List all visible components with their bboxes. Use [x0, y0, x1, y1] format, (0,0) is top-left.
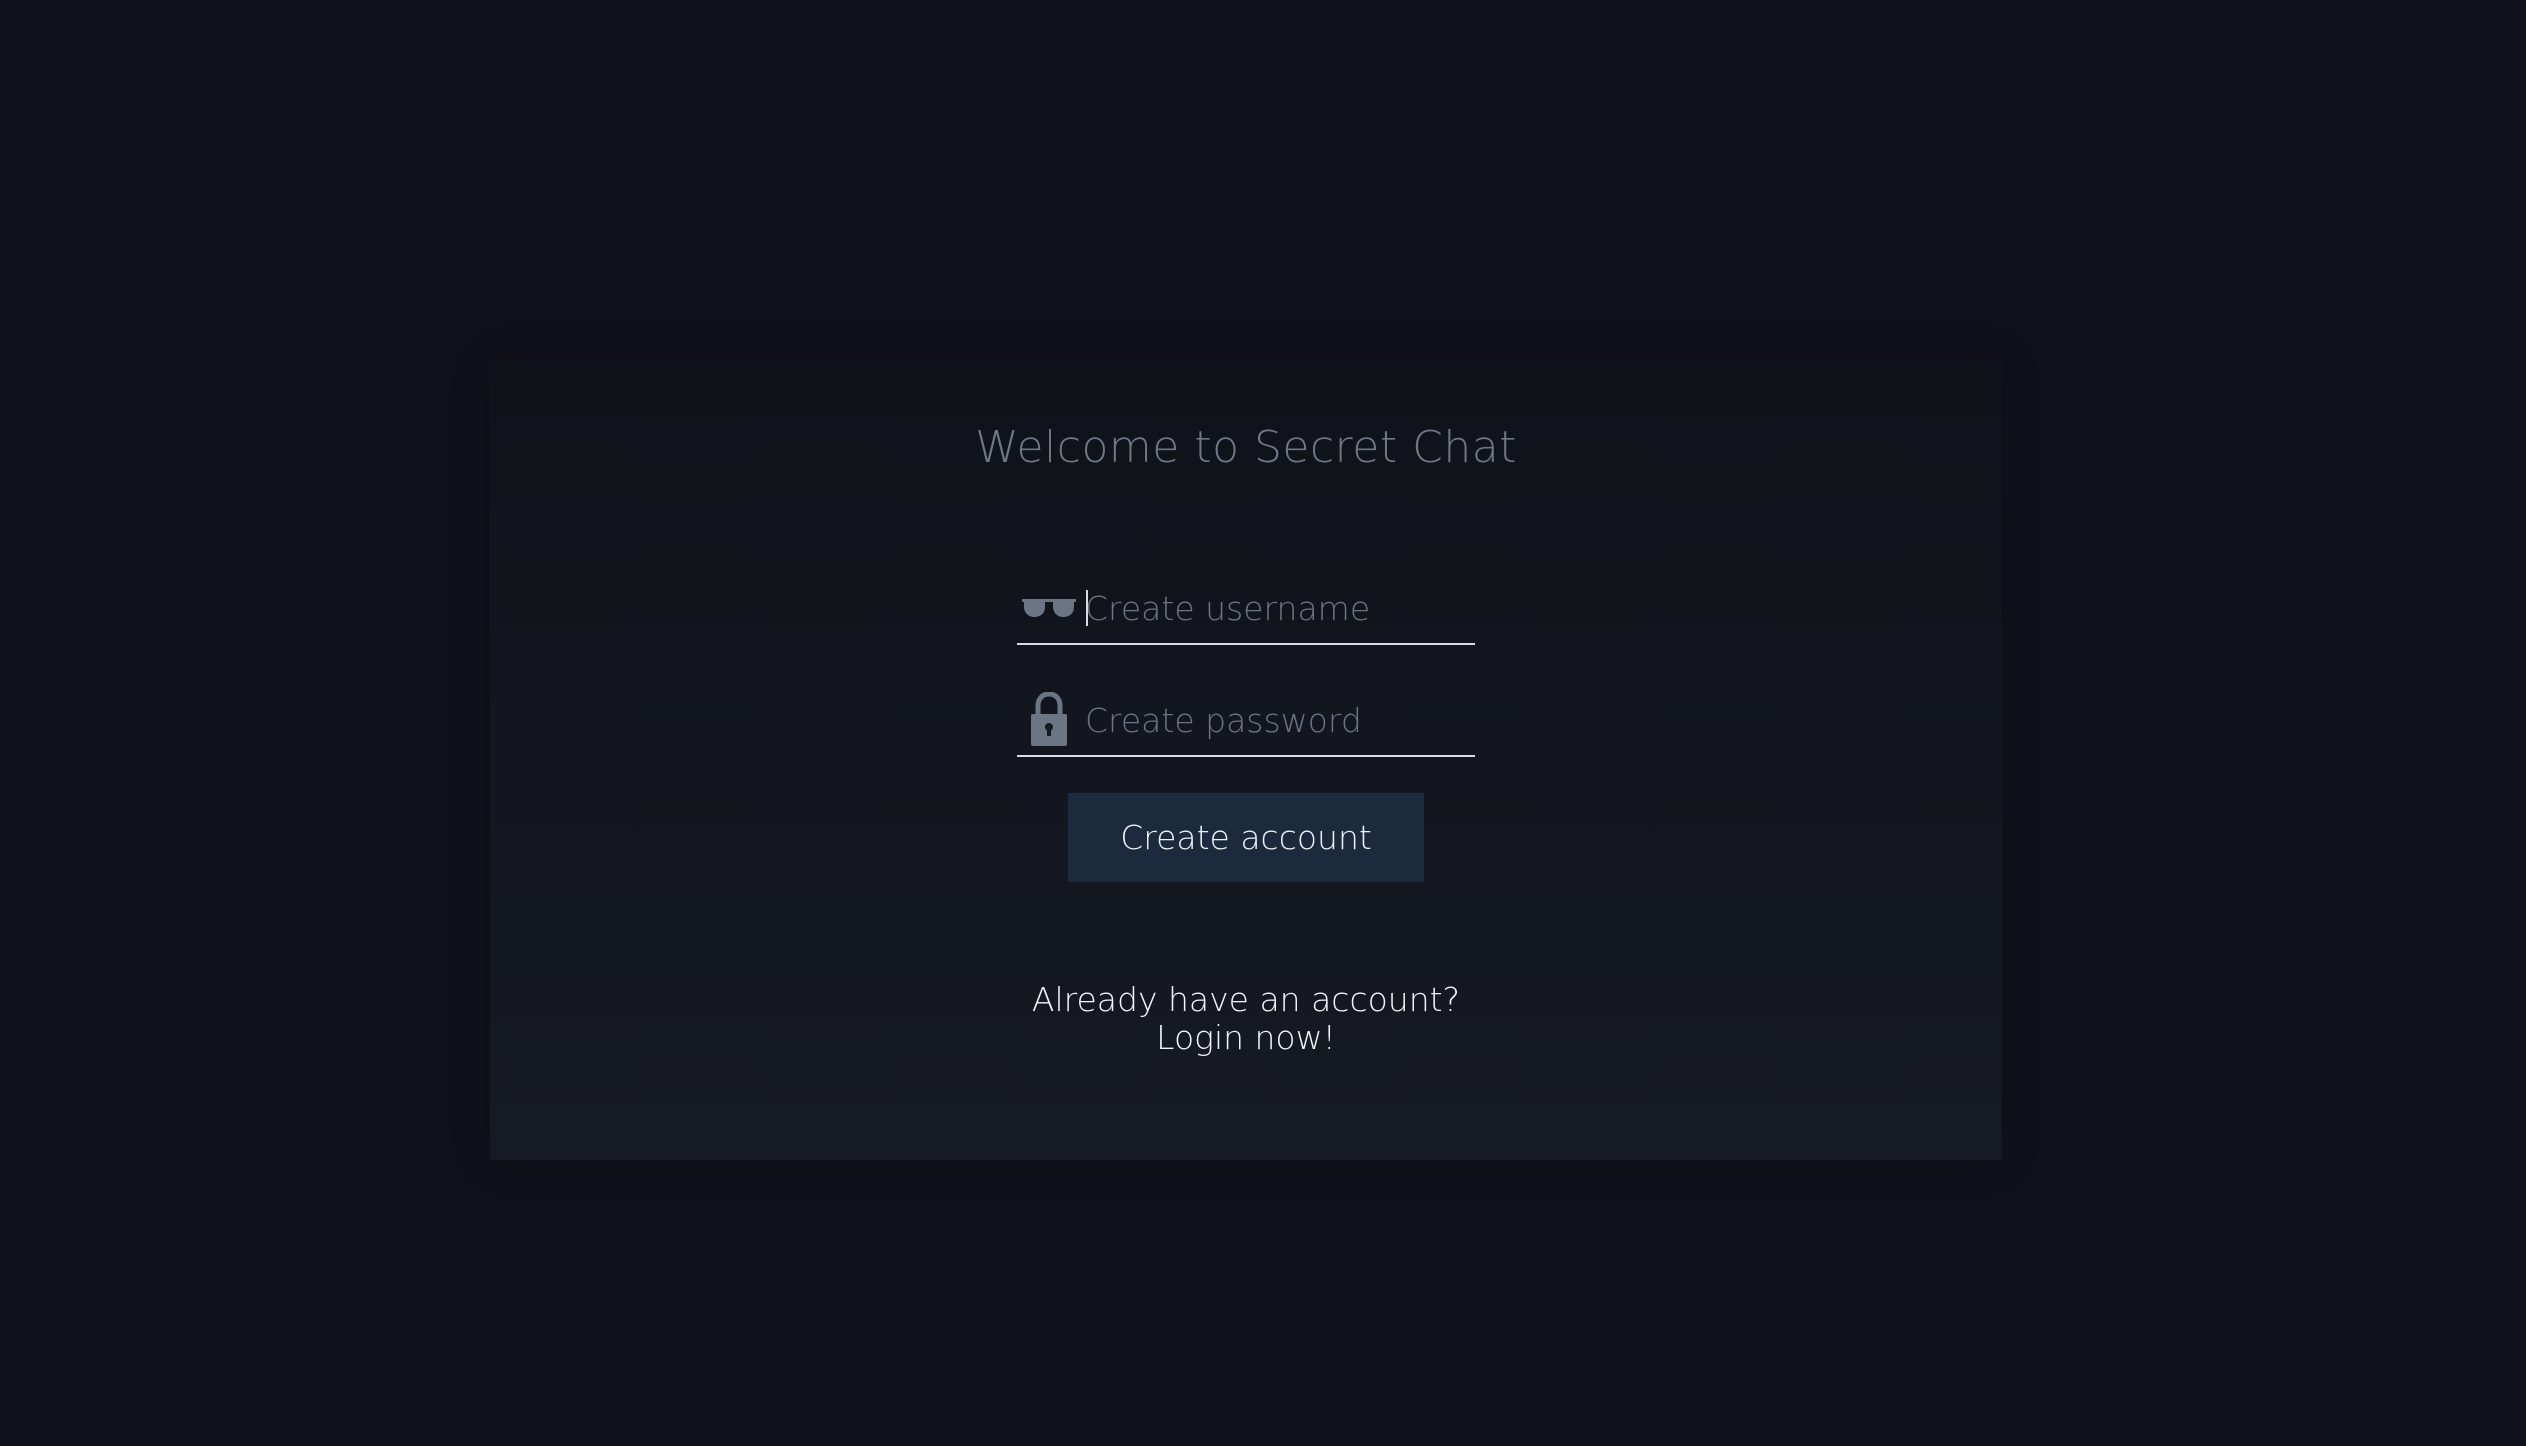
password-input[interactable]: [1085, 687, 1465, 753]
username-input[interactable]: [1085, 575, 1465, 641]
create-account-button[interactable]: Create account: [1068, 793, 1424, 882]
login-now-link[interactable]: Login now!: [490, 1019, 2002, 1057]
text-cursor: [1086, 590, 1088, 626]
signup-card: Welcome to Secret Chat Create username C…: [490, 361, 2002, 1160]
page-root: Welcome to Secret Chat Create username C…: [0, 0, 2526, 1446]
password-field: [1017, 687, 1475, 757]
login-prompt: Already have an account?: [1031, 980, 1461, 1019]
login-link[interactable]: Already have an account? Login now!: [490, 981, 2002, 1057]
lock-icon: [1017, 687, 1081, 753]
glasses-icon: [1017, 575, 1081, 641]
page-title: Welcome to Secret Chat: [975, 422, 1517, 473]
